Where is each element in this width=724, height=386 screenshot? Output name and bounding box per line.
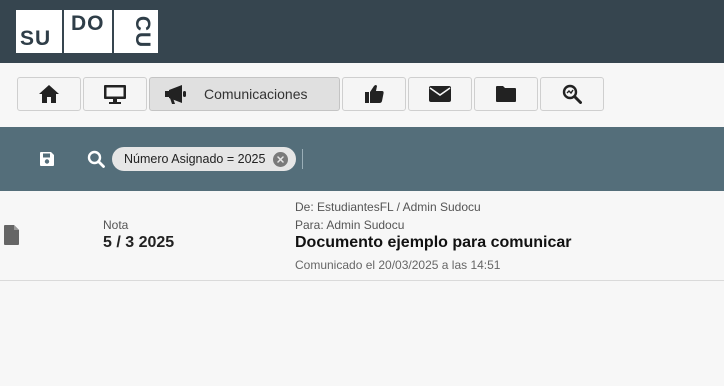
logo-cell-cu: CU [112,10,158,53]
document-from: De: EstudiantesFL / Admin Sudocu [295,200,481,214]
envelope-icon [429,86,451,102]
top-header: SU DO CU [0,0,724,63]
nav-comunicaciones-label: Comunicaciones [204,86,308,102]
main-nav: Comunicaciones [0,63,724,127]
logo-text-cu: CU [131,15,155,49]
filter-bar: Número Asignado = 2025 [0,127,724,191]
list-item[interactable]: Nota 5 / 3 2025 De: EstudiantesFL / Admi… [0,191,724,281]
nav-desktop-button[interactable] [83,77,147,111]
logo-text-do: DO [71,12,105,35]
document-number: 5 / 3 2025 [103,234,175,251]
logo-text-su: SU [20,27,52,50]
nav-search-analytics-button[interactable] [540,77,604,111]
results-list: Nota 5 / 3 2025 De: EstudiantesFL / Admi… [0,191,724,386]
nav-folder-button[interactable] [474,77,538,111]
filter-divider [302,149,303,169]
megaphone-icon [165,85,186,104]
filter-chip-label: Número Asignado = 2025 [124,152,266,166]
search-analytics-icon [562,84,582,104]
search-icon [87,150,105,168]
document-icon [4,225,19,245]
nav-comunicaciones-button[interactable]: Comunicaciones [149,77,340,111]
nav-thumbs-button[interactable] [342,77,406,111]
folder-icon [496,86,516,102]
close-icon[interactable] [273,151,289,167]
thumbs-up-icon [365,85,384,103]
filter-chip[interactable]: Número Asignado = 2025 [112,147,297,171]
save-icon [40,152,54,166]
logo-cell-do: DO [62,10,111,53]
logo-cell-su: SU [16,10,61,53]
document-sent-date: Comunicado el 20/03/2025 a las 14:51 [295,258,501,272]
document-type: Nota [103,218,129,232]
document-subject: Documento ejemplo para comunicar [295,234,572,251]
desktop-icon [104,85,126,104]
save-filter-button[interactable] [39,151,55,172]
home-icon [39,85,59,103]
sudocu-logo[interactable]: SU DO CU [16,10,158,53]
document-to: Para: Admin Sudocu [295,218,405,232]
nav-mail-button[interactable] [408,77,472,111]
search-filter-button[interactable] [87,150,105,173]
nav-home-button[interactable] [17,77,81,111]
